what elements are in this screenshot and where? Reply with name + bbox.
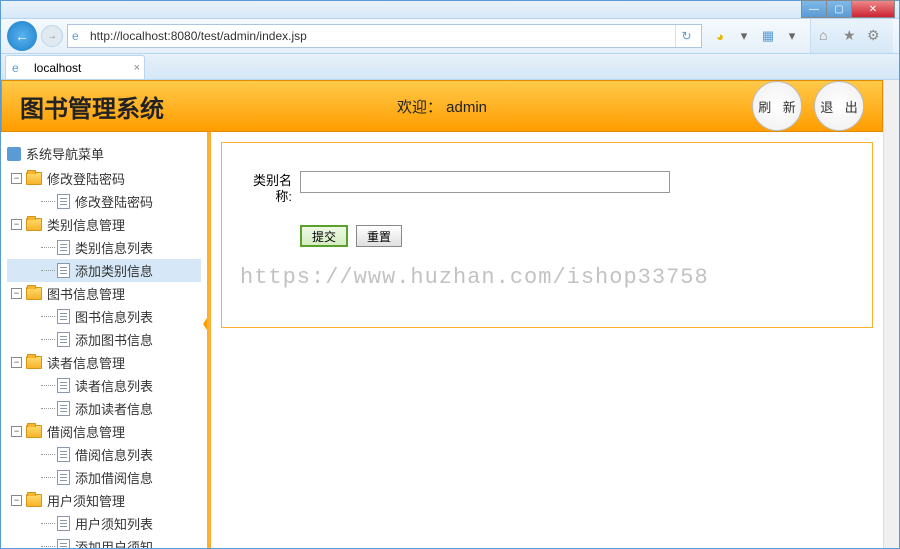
refresh-button[interactable]: 刷 新 xyxy=(752,81,802,131)
form-panel: 类别名称: 提交 重置 xyxy=(221,142,873,328)
tab-close-icon[interactable]: × xyxy=(134,62,140,74)
page-icon xyxy=(57,240,70,255)
folder-icon xyxy=(26,356,42,369)
nav-group[interactable]: −用户须知管理 xyxy=(7,489,201,512)
app-title: 图书管理系统 xyxy=(20,89,164,124)
vertical-scrollbar[interactable] xyxy=(883,80,899,548)
window-titlebar: — ▢ ✕ xyxy=(1,1,899,19)
window-close-button[interactable]: ✕ xyxy=(851,0,895,18)
submit-button[interactable]: 提交 xyxy=(300,225,348,247)
reset-button[interactable]: 重置 xyxy=(356,225,402,247)
page-icon xyxy=(57,332,70,347)
ie-icon: e xyxy=(72,29,86,43)
page-icon xyxy=(57,539,70,548)
nav-item[interactable]: 用户须知列表 xyxy=(7,512,201,535)
folder-icon xyxy=(26,494,42,507)
favorites-icon[interactable]: ★ xyxy=(843,27,861,45)
page-icon xyxy=(57,516,70,531)
browser-tab[interactable]: e localhost × xyxy=(5,55,145,79)
browser-navbar: ← → e http://localhost:8080/test/admin/i… xyxy=(1,19,899,54)
nav-forward-button[interactable]: → xyxy=(41,25,63,47)
nav-item[interactable]: 借阅信息列表 xyxy=(7,443,201,466)
url-text: http://localhost:8080/test/admin/index.j… xyxy=(90,29,675,43)
nav-item[interactable]: 添加用户须知 xyxy=(7,535,201,548)
tree-collapse-icon[interactable]: − xyxy=(11,495,22,506)
category-name-label: 类别名称: xyxy=(240,171,292,205)
nav-group[interactable]: −类别信息管理 xyxy=(7,213,201,236)
nav-root[interactable]: 系统导航菜单 xyxy=(7,142,201,165)
toolbar-icons: ◕ ▾ ▦ ▾ xyxy=(706,28,806,44)
dropdown-icon[interactable]: ▾ xyxy=(736,28,752,44)
folder-icon xyxy=(26,425,42,438)
tab-favicon: e xyxy=(12,61,26,75)
tools-icon[interactable]: ▾ xyxy=(784,28,800,44)
compat-icon[interactable]: ◕ xyxy=(712,28,728,44)
app-header: 图书管理系统 欢迎： admin 刷 新 退 出 xyxy=(1,80,883,132)
nav-item[interactable]: 添加类别信息 xyxy=(7,259,201,282)
nav-item[interactable]: 修改登陆密码 xyxy=(7,190,201,213)
settings-gear-icon[interactable]: ⚙ xyxy=(867,27,885,45)
browser-extra-icons: ⌂ ★ ⚙ xyxy=(810,19,893,53)
window-minimize-button[interactable]: — xyxy=(801,0,827,18)
browser-window: — ▢ ✕ ← → e http://localhost:8080/test/a… xyxy=(0,0,900,549)
nav-group[interactable]: −借阅信息管理 xyxy=(7,420,201,443)
nav-item[interactable]: 添加读者信息 xyxy=(7,397,201,420)
nav-group[interactable]: −图书信息管理 xyxy=(7,282,201,305)
nav-item[interactable]: 添加图书信息 xyxy=(7,328,201,351)
page-icon xyxy=(57,378,70,393)
logout-button[interactable]: 退 出 xyxy=(814,81,864,131)
content-area: 类别名称: 提交 重置 xyxy=(211,132,883,548)
page-content: 图书管理系统 欢迎： admin 刷 新 退 出 xyxy=(1,80,899,548)
tree-collapse-icon[interactable]: − xyxy=(11,173,22,184)
nav-root-icon xyxy=(7,147,21,161)
nav-item[interactable]: 类别信息列表 xyxy=(7,236,201,259)
tree-collapse-icon[interactable]: − xyxy=(11,219,22,230)
nav-item[interactable]: 读者信息列表 xyxy=(7,374,201,397)
app-frame: 图书管理系统 欢迎： admin 刷 新 退 出 xyxy=(1,80,883,548)
page-icon xyxy=(57,194,70,209)
browser-tabbar: e localhost × xyxy=(1,54,899,80)
welcome-text: 欢迎： admin xyxy=(397,96,487,117)
nav-back-button[interactable]: ← xyxy=(7,21,37,51)
nav-group[interactable]: −读者信息管理 xyxy=(7,351,201,374)
tree-collapse-icon[interactable]: − xyxy=(11,288,22,299)
tree-collapse-icon[interactable]: − xyxy=(11,357,22,368)
folder-icon xyxy=(26,218,42,231)
sidebar-nav: 系统导航菜单 −修改登陆密码修改登陆密码−类别信息管理类别信息列表添加类别信息−… xyxy=(1,132,211,548)
security-icon[interactable]: ▦ xyxy=(760,28,776,44)
window-controls: — ▢ ✕ xyxy=(802,0,895,18)
home-icon[interactable]: ⌂ xyxy=(819,27,837,45)
category-name-input[interactable] xyxy=(300,171,670,193)
nav-item[interactable]: 图书信息列表 xyxy=(7,305,201,328)
window-maximize-button[interactable]: ▢ xyxy=(826,0,852,18)
nav-item[interactable]: 添加借阅信息 xyxy=(7,466,201,489)
app-main: 系统导航菜单 −修改登陆密码修改登陆密码−类别信息管理类别信息列表添加类别信息−… xyxy=(1,132,883,548)
nav-group[interactable]: −修改登陆密码 xyxy=(7,167,201,190)
page-icon xyxy=(57,401,70,416)
tree-collapse-icon[interactable]: − xyxy=(11,426,22,437)
url-refresh-icon[interactable]: ↻ xyxy=(675,25,697,47)
page-icon xyxy=(57,470,70,485)
folder-icon xyxy=(26,287,42,300)
page-icon xyxy=(57,447,70,462)
folder-icon xyxy=(26,172,42,185)
page-icon xyxy=(57,309,70,324)
page-icon xyxy=(57,263,70,278)
sidebar-collapse-handle[interactable] xyxy=(203,312,211,336)
address-bar[interactable]: e http://localhost:8080/test/admin/index… xyxy=(67,24,702,48)
tab-title: localhost xyxy=(34,61,81,75)
